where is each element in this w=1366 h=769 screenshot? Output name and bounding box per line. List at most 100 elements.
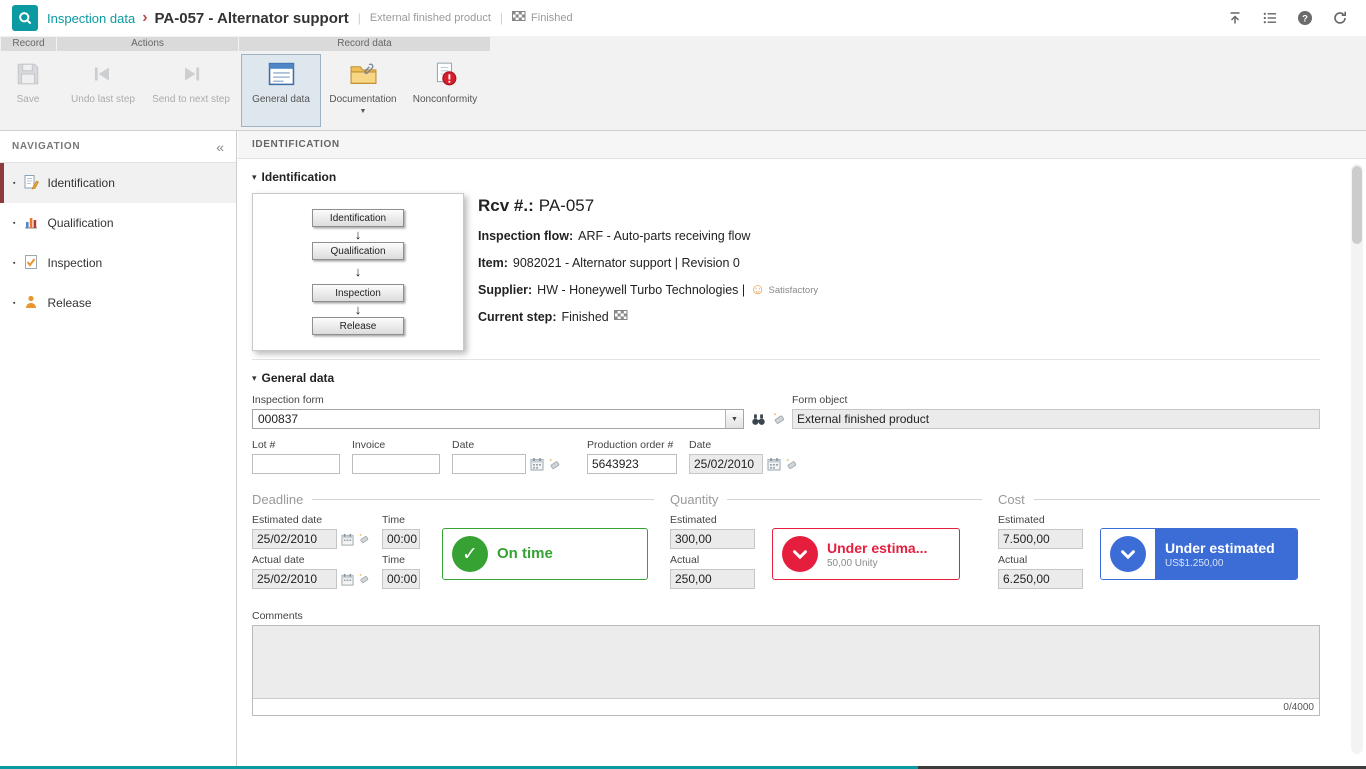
form-object-field[interactable]: External finished product bbox=[792, 409, 1320, 429]
inspection-form-label: Inspection form bbox=[252, 394, 792, 406]
sidebar-item-label: Release bbox=[47, 296, 91, 310]
sidebar-item-release[interactable]: ▪ Release bbox=[0, 283, 236, 323]
production-order-input[interactable]: 5643923 bbox=[587, 454, 677, 474]
quantity-actual-label: Actual bbox=[670, 554, 772, 566]
list-menu-icon[interactable] bbox=[1262, 10, 1278, 26]
sidebar-collapse-icon[interactable]: « bbox=[216, 139, 224, 155]
undo-last-step-label: Undo last step bbox=[71, 94, 135, 105]
item-line: Item: 9082021 - Alternator support | Rev… bbox=[478, 256, 818, 270]
search-binoculars-icon[interactable] bbox=[751, 413, 766, 426]
general-data-icon bbox=[268, 61, 295, 90]
general-data-button[interactable]: General data bbox=[241, 54, 321, 127]
documentation-folder-icon bbox=[349, 61, 378, 90]
current-step-line: Current step: Finished bbox=[478, 310, 818, 324]
invoice-date-input[interactable] bbox=[452, 454, 526, 474]
comments-label: Comments bbox=[252, 610, 1320, 622]
time-label: Time bbox=[382, 514, 420, 526]
quantity-actual-input[interactable]: 250,00 bbox=[670, 569, 755, 589]
sidebar-item-identification[interactable]: ▪ Identification bbox=[0, 163, 236, 203]
refresh-icon[interactable] bbox=[1332, 10, 1348, 26]
app-window: Inspection data › PA-057 - Alternator su… bbox=[0, 0, 1366, 769]
app-logo-icon[interactable] bbox=[12, 5, 38, 31]
quantity-estimated-input[interactable]: 300,00 bbox=[670, 529, 755, 549]
toolbar-group-record-data: Record data General data Documentation ▼ bbox=[239, 36, 491, 130]
deadline-status-card: ✓ On time bbox=[442, 528, 648, 580]
main-content: ▾ Identification Identification ↓ Qualif… bbox=[252, 159, 1320, 766]
inspection-flow-value: ARF - Auto-parts receiving flow bbox=[578, 229, 750, 243]
production-date-input[interactable]: 25/02/2010 bbox=[689, 454, 763, 474]
nonconformity-button[interactable]: Nonconformity bbox=[405, 54, 485, 127]
documentation-button[interactable]: Documentation ▼ bbox=[321, 54, 405, 127]
clear-field-icon[interactable] bbox=[772, 412, 786, 426]
send-next-step-button[interactable]: Send to next step bbox=[147, 54, 235, 127]
satisfactory-smiley-icon: ☺ bbox=[750, 283, 765, 297]
page-title: IDENTIFICATION bbox=[238, 131, 1366, 159]
supplier-value: HW - Honeywell Turbo Technologies | bbox=[537, 283, 745, 297]
calendar-icon[interactable] bbox=[530, 457, 544, 471]
estimated-time-input[interactable]: 00:00 bbox=[382, 529, 420, 549]
under-estimated-chevron-icon bbox=[1110, 536, 1146, 572]
actual-time-input[interactable]: 00:00 bbox=[382, 569, 420, 589]
supplier-rating-label: Satisfactory bbox=[768, 285, 818, 296]
calendar-icon[interactable] bbox=[341, 533, 354, 546]
app-title[interactable]: Inspection data bbox=[47, 11, 135, 26]
identification-section-title: Identification bbox=[262, 170, 337, 184]
scrollbar-thumb[interactable] bbox=[1352, 166, 1362, 244]
supplier-line: Supplier: HW - Honeywell Turbo Technolog… bbox=[478, 283, 818, 297]
calendar-icon[interactable] bbox=[767, 457, 781, 471]
collapse-caret-icon: ▾ bbox=[252, 172, 257, 183]
header-actions: ? bbox=[1227, 10, 1354, 26]
estimated-date-input[interactable]: 25/02/2010 bbox=[252, 529, 337, 549]
top-header: Inspection data › PA-057 - Alternator su… bbox=[0, 0, 1366, 36]
cost-estimated-input[interactable]: 7.500,00 bbox=[998, 529, 1083, 549]
sidebar-item-inspection[interactable]: ▪ Inspection bbox=[0, 243, 236, 283]
inspection-form-value: 000837 bbox=[253, 412, 725, 426]
sidebar-item-label: Inspection bbox=[47, 256, 102, 270]
separator: | bbox=[358, 11, 361, 25]
item-value: 9082021 - Alternator support | Revision … bbox=[513, 256, 740, 270]
identification-section-header[interactable]: ▾ Identification bbox=[252, 170, 1320, 184]
invoice-label: Invoice bbox=[352, 439, 440, 451]
clear-field-icon[interactable] bbox=[785, 458, 798, 471]
group-rule bbox=[727, 499, 982, 500]
clear-field-icon[interactable] bbox=[358, 533, 370, 545]
lot-input[interactable] bbox=[252, 454, 340, 474]
vertical-scrollbar[interactable] bbox=[1351, 164, 1363, 754]
calendar-icon[interactable] bbox=[341, 573, 354, 586]
dropdown-arrow-icon[interactable]: ▼ bbox=[725, 410, 743, 428]
actual-date-input[interactable]: 25/02/2010 bbox=[252, 569, 337, 589]
finished-flag-icon bbox=[512, 9, 526, 27]
sidebar-item-qualification[interactable]: ▪ Qualification bbox=[0, 203, 236, 243]
help-icon[interactable]: ? bbox=[1297, 10, 1313, 26]
quantity-group-title: Quantity bbox=[670, 492, 718, 507]
rcv-label: Rcv #.: bbox=[478, 196, 534, 216]
inspection-form-select[interactable]: 000837 ▼ bbox=[252, 409, 744, 429]
bullet-icon: ▪ bbox=[13, 220, 15, 227]
general-data-section-header[interactable]: ▾ General data bbox=[252, 371, 1320, 385]
scroll-top-icon[interactable] bbox=[1227, 10, 1243, 26]
cost-status-detail: US$1.250,00 bbox=[1165, 558, 1297, 569]
nonconformity-label: Nonconformity bbox=[413, 94, 477, 105]
flow-step-inspection: Inspection bbox=[312, 284, 404, 302]
toolbar-group-record: Record Save bbox=[1, 36, 57, 130]
clear-field-icon[interactable] bbox=[358, 573, 370, 585]
bullet-icon: ▪ bbox=[13, 300, 15, 307]
current-step-value: Finished bbox=[561, 310, 608, 324]
sidebar-item-label: Qualification bbox=[47, 216, 113, 230]
save-button-label: Save bbox=[17, 94, 40, 105]
inspection-flow-label: Inspection flow: bbox=[478, 229, 573, 243]
invoice-input[interactable] bbox=[352, 454, 440, 474]
workflow-diagram: Identification ↓ Qualification ↓ Inspect… bbox=[252, 193, 464, 351]
comments-textarea[interactable] bbox=[253, 626, 1319, 698]
breadcrumb-chevron-icon: › bbox=[142, 9, 147, 27]
undo-last-step-button[interactable]: Undo last step bbox=[59, 54, 147, 127]
quantity-status-detail: 50,00 Unity bbox=[827, 558, 927, 569]
quantity-status-label: Under estima... bbox=[827, 540, 927, 556]
main-panel: IDENTIFICATION ▾ Identification Identifi… bbox=[238, 131, 1366, 766]
save-button[interactable]: Save bbox=[3, 54, 53, 127]
date-label: Date bbox=[689, 439, 798, 451]
documentation-dropdown-caret-icon[interactable]: ▼ bbox=[360, 109, 367, 114]
clear-field-icon[interactable] bbox=[548, 458, 561, 471]
cost-actual-input[interactable]: 6.250,00 bbox=[998, 569, 1083, 589]
supplier-rating: ☺ Satisfactory bbox=[750, 283, 818, 297]
